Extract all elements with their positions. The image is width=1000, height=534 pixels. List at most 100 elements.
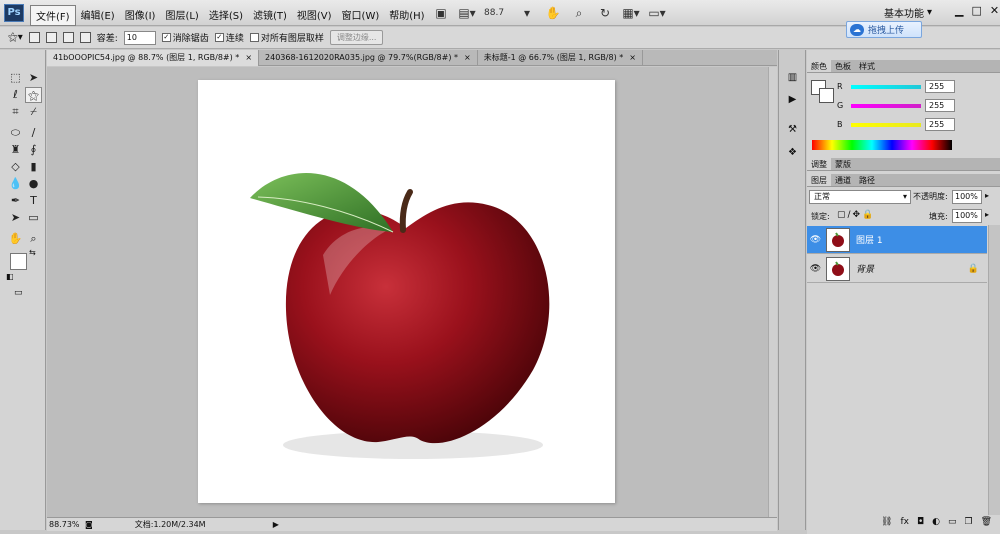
blur-icon[interactable]: 💧 [7, 176, 24, 192]
rotate-view-icon[interactable]: ↻ [596, 5, 614, 21]
tab-close-icon[interactable]: × [629, 50, 636, 66]
quick-mask-icon[interactable]: ▭ [14, 288, 23, 298]
eye-icon[interactable]: 👁 [807, 235, 824, 245]
channel-b-slider[interactable] [851, 122, 921, 127]
new-group-icon[interactable]: ▭ [948, 517, 957, 527]
navigator-icon[interactable]: ▶ [784, 92, 801, 107]
zoom-level[interactable]: 88.7 [484, 8, 510, 18]
vertical-scrollbar[interactable] [768, 67, 777, 517]
path-select-icon[interactable]: ➤ [7, 210, 24, 226]
tab-close-icon[interactable]: × [464, 50, 471, 66]
menu-file[interactable]: 文件(F) [30, 5, 76, 26]
tab-swatches[interactable]: 色板 [831, 60, 855, 72]
adjustment-layer-icon[interactable]: ◐ [932, 517, 940, 527]
tab-masks[interactable]: 蒙版 [831, 158, 855, 170]
crop-icon[interactable]: ⌗ [7, 104, 24, 120]
move-icon[interactable]: ➤ [25, 70, 42, 86]
fill-input[interactable]: 100% [952, 209, 982, 223]
photoshop-logo[interactable]: Ps [4, 4, 24, 22]
gradient-icon[interactable]: ▮ [25, 159, 42, 175]
eyedropper-icon[interactable]: ⌿ [25, 104, 42, 120]
status-menu-icon[interactable]: ▶ [273, 520, 279, 529]
bg-color-swatch[interactable] [819, 88, 834, 103]
history-brush-icon[interactable]: ∮ [25, 142, 42, 158]
add-selection-icon[interactable] [45, 32, 57, 43]
menu-help[interactable]: 帮助(H) [384, 5, 429, 26]
refine-edge-button[interactable]: 调整边缘... [329, 30, 384, 45]
close-icon[interactable]: ✕ [990, 4, 999, 17]
status-zoom[interactable]: 88.73% [47, 520, 85, 529]
brushes-icon[interactable]: ❖ [784, 145, 801, 160]
bridge-icon[interactable]: ▣ [432, 5, 450, 21]
menu-select[interactable]: 选择(S) [204, 5, 248, 26]
trash-icon[interactable]: 🗑 [981, 517, 992, 527]
marquee-icon[interactable]: ⬚ [7, 70, 24, 86]
stamp-icon[interactable]: ♜ [7, 142, 24, 158]
foreground-color-swatch[interactable] [10, 253, 27, 270]
zoom-icon[interactable]: ⌕ [25, 231, 42, 247]
tab-document-1[interactable]: 41bOOOPIC54.jpg @ 88.7% (图层 1, RGB/8#) *… [47, 50, 260, 66]
lock-options-icon[interactable]: ▢∕✥🔒 [837, 210, 875, 220]
histogram-icon[interactable]: ▥ [784, 70, 801, 85]
menu-window[interactable]: 窗口(W) [337, 5, 385, 26]
tolerance-input[interactable]: 10 [123, 30, 156, 45]
menu-view[interactable]: 视图(V) [292, 5, 337, 26]
menu-filter[interactable]: 滤镜(T) [248, 5, 292, 26]
channel-g-slider[interactable] [851, 103, 921, 108]
tab-adjustments[interactable]: 调整 [807, 158, 831, 170]
maximize-icon[interactable]: □ [971, 4, 981, 17]
new-selection-icon[interactable] [28, 32, 40, 43]
hand-icon[interactable]: ✋ [544, 5, 562, 21]
lasso-icon[interactable]: ℓ [7, 87, 24, 103]
layers-scrollbar[interactable] [988, 225, 1000, 515]
tab-color[interactable]: 颜色 [807, 60, 831, 72]
tab-styles[interactable]: 样式 [855, 60, 879, 72]
channel-g-value[interactable]: 255 [925, 99, 955, 112]
zoom-dropdown-icon[interactable]: ▾ [518, 5, 536, 21]
hand-tool-icon[interactable]: ✋ [7, 231, 24, 247]
magic-wand-icon[interactable]: ⚝▾ [8, 32, 23, 43]
arrange-documents-icon[interactable]: ▦▾ [622, 5, 640, 21]
zoom-tool-icon[interactable]: ⌕ [570, 5, 588, 21]
eye-icon[interactable]: 👁 [807, 264, 824, 274]
menu-edit[interactable]: 编辑(E) [76, 5, 120, 26]
layer-row-background[interactable]: 👁 背景 🔒 [807, 255, 987, 283]
tab-layers[interactable]: 图层 [807, 174, 831, 186]
tab-document-3[interactable]: 未标题-1 @ 66.7% (图层 1, RGB/8) * × [478, 50, 643, 66]
document-canvas[interactable] [198, 80, 615, 503]
tab-channels[interactable]: 通道 [831, 174, 855, 186]
tab-paths[interactable]: 路径 [855, 174, 879, 186]
color-spectrum[interactable] [812, 140, 952, 150]
pen-icon[interactable]: ✒ [7, 193, 24, 209]
swap-colors-icon[interactable]: ⇆ [29, 248, 36, 257]
tab-close-icon[interactable]: × [245, 50, 252, 66]
magic-wand-tool-icon[interactable]: ⚝ [25, 87, 42, 103]
sample-all-checkbox[interactable]: 对所有图层取样 [249, 31, 324, 44]
tab-document-2[interactable]: 240368-1612020RA035.jpg @ 79.7%(RGB/8#) … [259, 50, 478, 66]
shape-icon[interactable]: ▭ [25, 210, 42, 226]
workspace-switcher[interactable]: 基本功能 ▾ [884, 5, 932, 20]
upload-widget[interactable]: ☁ 拖拽上传 [846, 21, 922, 38]
minimize-icon[interactable]: ▁ [955, 4, 963, 17]
menu-layer[interactable]: 图层(L) [160, 5, 203, 26]
new-layer-icon[interactable]: ❐ [964, 517, 972, 527]
brush-icon[interactable]: ∕ [25, 125, 42, 141]
channel-b-value[interactable]: 255 [925, 118, 955, 131]
tool-presets-icon[interactable]: ⚒ [784, 122, 801, 137]
opacity-input[interactable]: 100% [952, 190, 982, 204]
dodge-icon[interactable]: ● [25, 176, 42, 192]
status-icon[interactable]: ◙ [85, 520, 93, 529]
fx-icon[interactable]: fx [900, 517, 909, 527]
default-colors-icon[interactable]: ◧ [6, 272, 14, 281]
contiguous-checkbox[interactable]: ✓ 连续 [214, 31, 244, 44]
fill-arrow-icon[interactable]: ▸ [985, 210, 989, 219]
blend-mode-select[interactable]: 正常 ▾ [809, 190, 911, 204]
eraser-icon[interactable]: ◇ [7, 159, 24, 175]
layer-row-1[interactable]: 👁 图层 1 [807, 226, 987, 254]
opacity-arrow-icon[interactable]: ▸ [985, 191, 989, 200]
menu-image[interactable]: 图像(I) [120, 5, 161, 26]
subtract-selection-icon[interactable] [62, 32, 74, 43]
view-extras-icon[interactable]: ▤▾ [458, 5, 476, 21]
channel-r-slider[interactable] [851, 84, 921, 89]
add-mask-icon[interactable]: ◘ [917, 517, 924, 527]
